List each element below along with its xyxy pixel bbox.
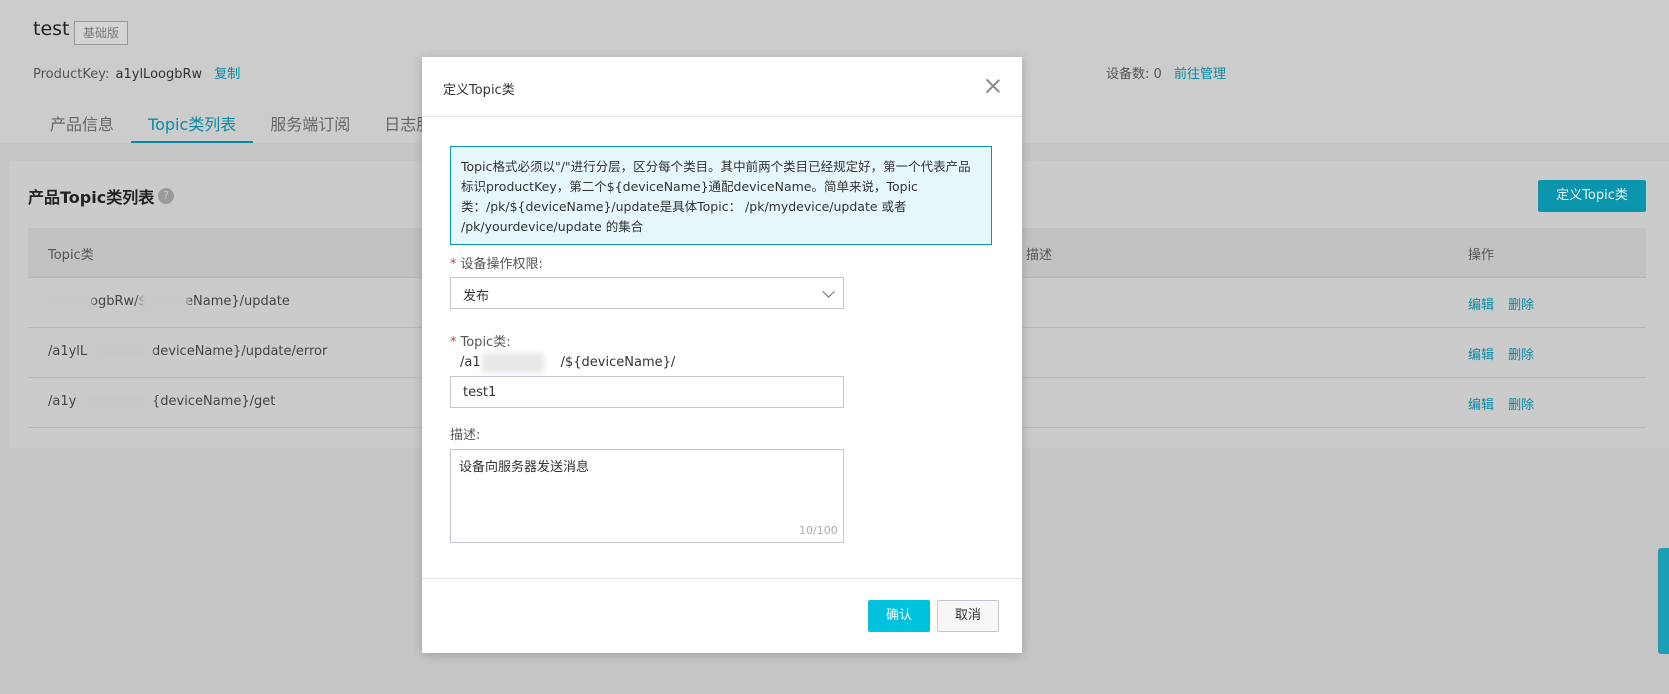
char-count: 10/100 (799, 524, 838, 537)
topic-fragment: deviceName}/update/error (152, 344, 328, 359)
topic-format-notice: Topic格式必须以"/"进行分层，区分每个类目。其中前两个类目已经规定好，第一… (450, 146, 992, 245)
delete-link[interactable]: 删除 (1508, 398, 1534, 413)
feedback-side-widget[interactable] (1658, 548, 1669, 654)
edition-badge: 基础版 (74, 21, 129, 45)
edit-link[interactable]: 编辑 (1468, 348, 1494, 363)
question-circle-icon[interactable]: ? (158, 188, 174, 204)
close-icon[interactable] (986, 79, 1000, 93)
topic-fragment: eName}/update (185, 294, 290, 309)
device-count-value: 0 (1153, 67, 1162, 82)
copy-link[interactable]: 复制 (214, 67, 240, 82)
define-topic-modal: 定义Topic类 Topic格式必须以"/"进行分层，区分每个类目。其中前两个类… (422, 57, 1022, 653)
section-title: 产品Topic类列表 (28, 188, 155, 207)
permission-selected-value: 发布 (463, 289, 490, 304)
chevron-down-icon (822, 285, 835, 298)
edit-link[interactable]: 编辑 (1468, 298, 1494, 313)
tab-topic-list[interactable]: Topic类列表 (131, 103, 254, 143)
blur-mask (44, 292, 92, 312)
topic-prefix-end: /${deviceName}/ (560, 355, 676, 370)
blur-mask (80, 390, 152, 412)
permission-label: * 设备操作权限: (450, 253, 543, 272)
confirm-button[interactable]: 确认 (868, 600, 930, 632)
edit-link[interactable]: 编辑 (1468, 398, 1494, 413)
topic-prefix-start: /a1 (460, 355, 481, 370)
modal-header: 定义Topic类 (422, 57, 1022, 117)
topic-label-text: Topic类: (460, 335, 511, 350)
topic-fragment: ogbRw/$ (90, 294, 147, 309)
product-key-value: a1ylLoogbRw (115, 67, 203, 82)
blur-mask (92, 340, 152, 362)
description-textarea[interactable]: 设备向服务器发送消息 (450, 449, 844, 543)
tab-bar: 产品信息 Topic类列表 服务端订阅 日志服 (33, 103, 449, 143)
required-mark: * (450, 257, 457, 272)
product-key-label: ProductKey: (33, 67, 110, 82)
product-key-row: ProductKey: a1ylLoogbRw 复制 (33, 63, 240, 82)
permission-label-text: 设备操作权限: (460, 257, 543, 272)
topic-fragment: /a1y (48, 394, 77, 409)
device-count-row: 设备数: 0 前往管理 (1106, 63, 1226, 82)
topic-fragment: {deviceName}/get (152, 394, 276, 409)
delete-link[interactable]: 删除 (1508, 298, 1534, 313)
tab-product-info[interactable]: 产品信息 (33, 103, 131, 143)
topic-fragment: /a1ylL (48, 344, 88, 359)
topic-label: * Topic类: (450, 331, 511, 350)
column-topic: Topic类 (48, 248, 94, 263)
topic-input[interactable] (450, 376, 844, 408)
row-actions: 编辑 删除 (1468, 394, 1544, 413)
product-title: test (33, 18, 70, 40)
manage-link[interactable]: 前往管理 (1174, 67, 1226, 82)
column-description: 描述 (1026, 248, 1053, 263)
row-actions: 编辑 删除 (1468, 344, 1544, 363)
blur-mask (482, 353, 544, 373)
cancel-button[interactable]: 取消 (937, 600, 999, 632)
column-actions: 操作 (1468, 248, 1495, 263)
row-actions: 编辑 删除 (1468, 294, 1544, 313)
device-count-label: 设备数: (1106, 67, 1150, 82)
blur-mask (140, 292, 188, 312)
delete-link[interactable]: 删除 (1508, 348, 1534, 363)
required-mark: * (450, 335, 457, 350)
modal-footer (422, 578, 1022, 653)
define-topic-button[interactable]: 定义Topic类 (1538, 180, 1646, 212)
tab-server-subscription[interactable]: 服务端订阅 (253, 103, 367, 143)
description-label: 描述: (450, 428, 481, 443)
permission-select[interactable]: 发布 (450, 277, 844, 309)
modal-title: 定义Topic类 (443, 83, 515, 98)
